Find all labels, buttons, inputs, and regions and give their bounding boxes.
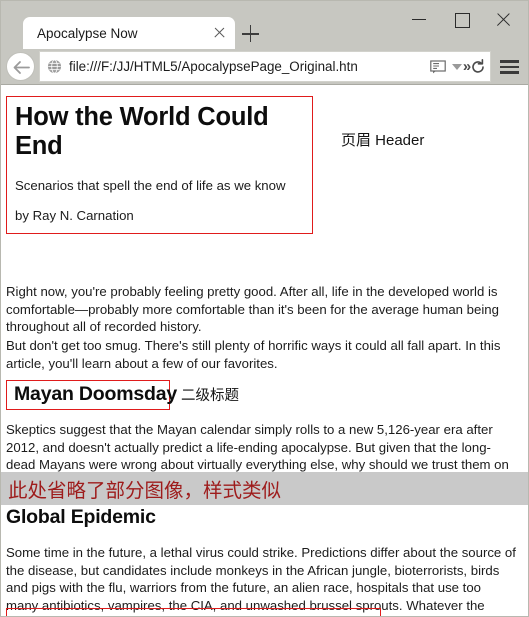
window-minimize-button[interactable]: [400, 7, 438, 31]
address-bar[interactable]: file:///F:/JJ/HTML5/ApocalypsePage_Origi…: [39, 51, 491, 82]
page-header-section: How the World Could End Scenarios that s…: [6, 96, 313, 234]
page-byline: by Ray N. Carnation: [15, 208, 134, 223]
section-1-heading: Mayan Doomsday: [14, 383, 177, 405]
navigation-bar: file:///F:/JJ/HTML5/ApocalypsePage_Origi…: [1, 49, 528, 85]
hamburger-menu-button[interactable]: [493, 53, 525, 80]
more-toolbar-button[interactable]: »: [451, 53, 483, 80]
title-bar: Apocalypse Now: [1, 1, 528, 49]
page-title: How the World Could End: [15, 103, 269, 160]
section-2-paragraph: Some time in the future, a lethal virus …: [6, 545, 516, 616]
back-button[interactable]: [6, 52, 35, 81]
omission-band-text: 此处省略了部分图像，样式类似: [8, 480, 282, 502]
header-annotation-label: 页眉 Header: [341, 132, 425, 149]
section-1-heading-box: Mayan Doomsday: [6, 380, 177, 410]
intro-paragraph-1: Right now, you're probably feeling prett…: [6, 284, 499, 334]
tab-close-icon[interactable]: [205, 18, 235, 48]
page-viewport: How the World Could End Scenarios that s…: [1, 85, 528, 616]
window-close-button[interactable]: [484, 7, 522, 31]
page-footer-section: These apocalyptic predictions do not ref…: [6, 608, 381, 616]
window-maximize-button[interactable]: [442, 7, 480, 31]
tab-title: Apocalypse Now: [37, 25, 138, 41]
omission-band: 此处省略了部分图像，样式类似: [1, 472, 528, 505]
back-arrow-icon: [13, 61, 30, 74]
page-subtitle: Scenarios that spell the end of life as …: [15, 178, 286, 193]
url-text: file:///F:/JJ/HTML5/ApocalypsePage_Origi…: [69, 59, 358, 74]
reading-view-icon[interactable]: [430, 59, 446, 74]
browser-tab[interactable]: Apocalypse Now: [23, 17, 235, 49]
section-1-annotation-label: 二级标题: [181, 388, 239, 404]
new-tab-button[interactable]: [237, 21, 263, 47]
section-2-heading: Global Epidemic: [6, 506, 156, 528]
globe-icon: [47, 59, 62, 74]
browser-window: Apocalypse Now file:///F:/JJ/HTML5/Apoca…: [0, 0, 529, 617]
intro-paragraph-2: But don't get too smug. There's still pl…: [6, 338, 501, 371]
